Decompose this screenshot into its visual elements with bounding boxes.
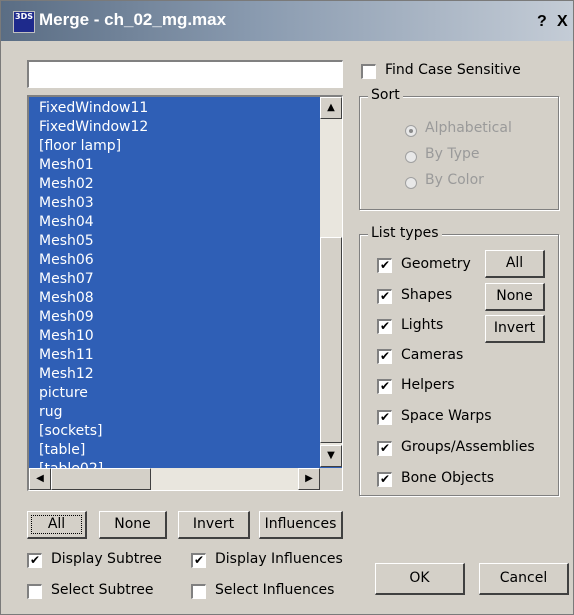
find-case-sensitive-label: Find Case Sensitive: [385, 62, 521, 78]
display-influences-label: Display Influences: [215, 551, 343, 567]
list-item[interactable]: [table]: [39, 441, 319, 460]
horizontal-scrollbar[interactable]: ◀ ▶: [29, 468, 320, 490]
list-item[interactable]: Mesh04: [39, 213, 319, 232]
sort-alphabetical-label: Alphabetical: [425, 120, 512, 136]
arrow-down-icon: ▼: [327, 450, 335, 461]
display-subtree-checkbox[interactable]: ✔: [27, 553, 42, 568]
groups-assemblies-checkbox[interactable]: ✔: [377, 441, 392, 456]
types-all-button[interactable]: All: [485, 250, 545, 278]
list-none-button[interactable]: None: [99, 511, 167, 539]
checkmark-icon: ✔: [379, 319, 391, 333]
scroll-corner: [320, 468, 342, 490]
list-item[interactable]: Mesh02: [39, 175, 319, 194]
app-icon-label: 3DS: [15, 12, 33, 21]
groups-assemblies-label: Groups/Assemblies: [401, 439, 535, 455]
find-case-sensitive-checkbox[interactable]: [361, 64, 376, 79]
arrow-up-icon: ▲: [327, 102, 335, 113]
sort-group-title: Sort: [368, 87, 403, 103]
list-item[interactable]: Mesh07: [39, 270, 319, 289]
list-item[interactable]: Mesh11: [39, 346, 319, 365]
help-button[interactable]: ?: [537, 12, 547, 32]
checkmark-icon: ✔: [379, 379, 391, 393]
list-item[interactable]: rug: [39, 403, 319, 422]
checkmark-icon: ✔: [379, 472, 391, 486]
types-invert-button[interactable]: Invert: [485, 315, 545, 343]
types-none-button[interactable]: None: [485, 283, 545, 311]
scroll-left-button[interactable]: ◀: [29, 468, 51, 490]
horizontal-scroll-thumb[interactable]: [51, 468, 151, 490]
vertical-scrollbar[interactable]: ▲ ▼: [320, 97, 342, 467]
bone-objects-checkbox[interactable]: ✔: [377, 472, 392, 487]
lights-checkbox[interactable]: ✔: [377, 319, 392, 334]
select-influences-label: Select Influences: [215, 582, 335, 598]
sort-by-type-label: By Type: [425, 146, 480, 162]
checkmark-icon: ✔: [379, 258, 391, 272]
select-subtree-checkbox[interactable]: [27, 584, 42, 599]
shapes-label: Shapes: [401, 287, 453, 303]
object-list[interactable]: FixedWindow11 FixedWindow12 [floor lamp] Me…: [27, 95, 343, 491]
vertical-scroll-thumb[interactable]: [320, 237, 342, 443]
helpers-checkbox[interactable]: ✔: [377, 379, 392, 394]
lights-label: Lights: [401, 317, 444, 333]
list-item[interactable]: Mesh01: [39, 156, 319, 175]
search-input[interactable]: [27, 60, 343, 88]
window-title: Merge - ch_02_mg.max: [39, 10, 227, 29]
select-subtree-label: Select Subtree: [51, 582, 154, 598]
checkmark-icon: ✔: [379, 410, 391, 424]
checkmark-icon: ✔: [193, 553, 205, 567]
checkmark-icon: ✔: [379, 441, 391, 455]
checkmark-icon: ✔: [379, 349, 391, 363]
list-item[interactable]: Mesh03: [39, 194, 319, 213]
list-all-button[interactable]: All: [27, 511, 87, 539]
list-item[interactable]: [sockets]: [39, 422, 319, 441]
list-item[interactable]: Mesh10: [39, 327, 319, 346]
list-item[interactable]: Mesh09: [39, 308, 319, 327]
space-warps-checkbox[interactable]: ✔: [377, 410, 392, 425]
list-item[interactable]: Mesh05: [39, 232, 319, 251]
cancel-button[interactable]: Cancel: [479, 563, 569, 595]
list-item[interactable]: FixedWindow12: [39, 118, 319, 137]
sort-by-color-label: By Color: [425, 172, 484, 188]
list-types-group-title: List types: [368, 225, 442, 241]
list-influences-button[interactable]: Influences: [259, 511, 343, 539]
ok-button[interactable]: OK: [375, 563, 465, 595]
list-item[interactable]: [floor lamp]: [39, 137, 319, 156]
list-invert-button[interactable]: Invert: [178, 511, 250, 539]
sort-by-type-radio[interactable]: [405, 151, 417, 163]
sort-by-color-radio[interactable]: [405, 177, 417, 189]
geometry-label: Geometry: [401, 256, 471, 272]
title-bar[interactable]: 3DS Merge - ch_02_mg.max ? X: [1, 1, 573, 41]
bone-objects-label: Bone Objects: [401, 470, 494, 486]
list-item[interactable]: Mesh12: [39, 365, 319, 384]
scroll-up-button[interactable]: ▲: [320, 97, 342, 119]
sort-alphabetical-radio[interactable]: [405, 125, 417, 137]
merge-dialog: 3DS Merge - ch_02_mg.max ? X FixedWindow…: [0, 0, 574, 615]
geometry-checkbox[interactable]: ✔: [377, 258, 392, 273]
close-button[interactable]: X: [557, 12, 568, 32]
helpers-label: Helpers: [401, 377, 455, 393]
list-item[interactable]: Mesh06: [39, 251, 319, 270]
cameras-checkbox[interactable]: ✔: [377, 349, 392, 364]
arrow-right-icon: ▶: [305, 473, 313, 484]
list-item[interactable]: FixedWindow11: [39, 99, 319, 118]
list-item[interactable]: picture: [39, 384, 319, 403]
scroll-right-button[interactable]: ▶: [298, 468, 320, 490]
app-3ds-icon: 3DS: [13, 11, 35, 33]
scroll-down-button[interactable]: ▼: [320, 445, 342, 467]
space-warps-label: Space Warps: [401, 408, 492, 424]
list-item[interactable]: Mesh08: [39, 289, 319, 308]
checkmark-icon: ✔: [29, 553, 41, 567]
arrow-left-icon: ◀: [36, 473, 44, 484]
checkmark-icon: ✔: [379, 289, 391, 303]
display-influences-checkbox[interactable]: ✔: [191, 553, 206, 568]
select-influences-checkbox[interactable]: [191, 584, 206, 599]
shapes-checkbox[interactable]: ✔: [377, 289, 392, 304]
cameras-label: Cameras: [401, 347, 464, 363]
display-subtree-label: Display Subtree: [51, 551, 162, 567]
object-list-items: FixedWindow11 FixedWindow12 [floor lamp] Me…: [39, 99, 319, 479]
